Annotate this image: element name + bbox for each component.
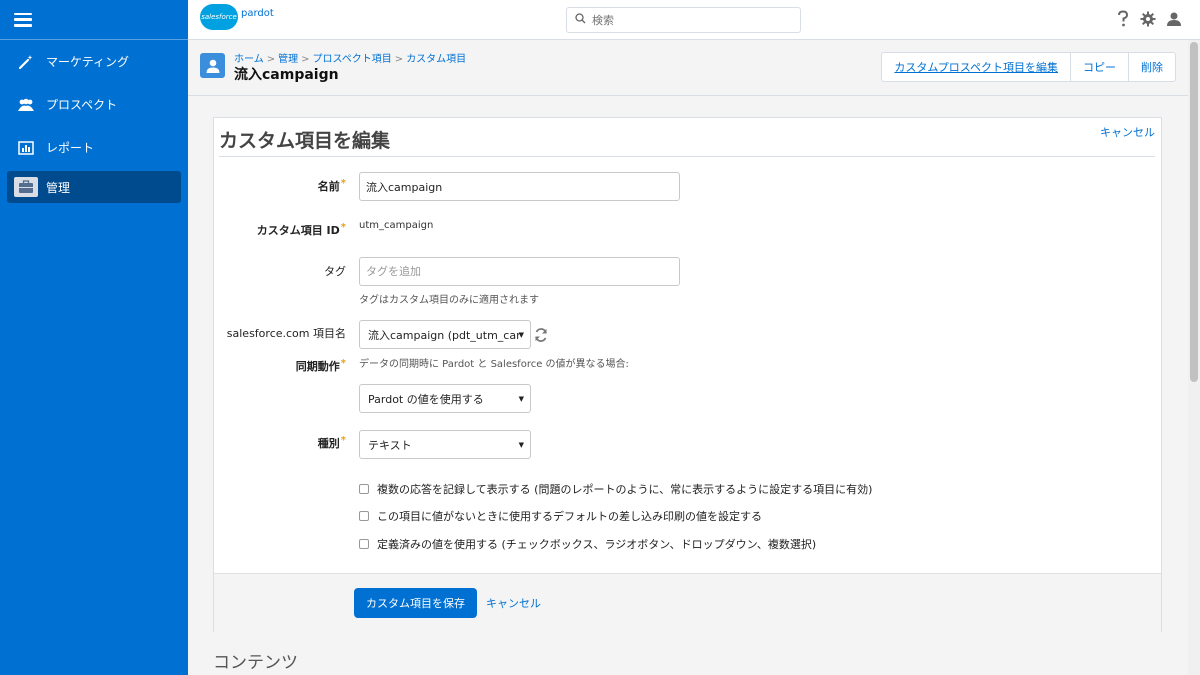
- sync-behavior-label: 同期動作*: [295, 358, 346, 373]
- search-icon: [575, 13, 586, 27]
- option-predefined-values[interactable]: 定義済みの値を使用する (チェックボックス、ラジオボタン、ドロップダウン、複数選…: [359, 536, 816, 552]
- people-icon: [14, 95, 38, 115]
- page-scrollbar[interactable]: [1188, 40, 1200, 675]
- cancel-link[interactable]: キャンセル: [486, 595, 541, 611]
- breadcrumb-custom-fields[interactable]: カスタム項目: [406, 54, 466, 65]
- record-type-icon: [200, 53, 225, 78]
- header-actions: カスタムプロスペクト項目を編集 コピー 削除: [881, 52, 1176, 82]
- edit-custom-prospect-field-button[interactable]: カスタムプロスペクト項目を編集: [882, 53, 1070, 81]
- copy-button[interactable]: コピー: [1070, 53, 1128, 81]
- dropdown-arrow-icon: ▼: [518, 441, 524, 449]
- sidebar-item-prospects[interactable]: プロスペクト: [0, 83, 188, 126]
- delete-button[interactable]: 削除: [1128, 53, 1175, 81]
- sidebar-item-label: プロスペクト: [46, 98, 118, 112]
- sidebar-item-label: レポート: [46, 141, 95, 155]
- user-icon[interactable]: [1166, 11, 1182, 27]
- salesforce-field-selected: 流入campaign (pdt_utm_car: [368, 328, 521, 342]
- sidebar: マーケティング プロスペクト レポート 管理: [0, 0, 188, 675]
- top-bar: salesforce pardot: [188, 0, 1200, 40]
- name-field[interactable]: [359, 172, 680, 201]
- search-input[interactable]: [592, 13, 792, 27]
- type-selected: テキスト: [368, 438, 412, 452]
- form-footer: カスタム項目を保存 キャンセル: [214, 573, 1161, 632]
- sync-behavior-select[interactable]: Pardot の値を使用する ▼: [359, 384, 531, 413]
- option-multiple-responses[interactable]: 複数の応答を記録して表示する (問題のレポートのように、常に表示するように設定す…: [359, 481, 872, 497]
- sync-behavior-selected: Pardot の値を使用する: [368, 392, 484, 406]
- search-box[interactable]: [566, 7, 801, 33]
- checkbox-label: この項目に値がないときに使用するデフォルトの差し込み印刷の値を設定する: [377, 510, 762, 523]
- sidebar-item-admin[interactable]: 管理: [7, 171, 181, 203]
- checkbox-label: 定義済みの値を使用する (チェックボックス、ラジオボタン、ドロップダウン、複数選…: [377, 538, 817, 551]
- checkbox[interactable]: [359, 484, 369, 494]
- chart-icon: [14, 138, 38, 158]
- dropdown-arrow-icon: ▼: [518, 395, 524, 403]
- pardot-logo[interactable]: salesforce pardot: [200, 4, 274, 30]
- sync-help-text: データの同期時に Pardot と Salesforce の値が異なる場合:: [359, 359, 629, 370]
- refresh-icon[interactable]: [534, 328, 548, 345]
- edit-custom-field-form: カスタム項目を編集 キャンセル 名前* カスタム項目 ID* utm_campa…: [213, 117, 1162, 632]
- sidebar-item-marketing[interactable]: マーケティング: [0, 40, 188, 83]
- option-default-mail-merge[interactable]: この項目に値がないときに使用するデフォルトの差し込み印刷の値を設定する: [359, 508, 762, 524]
- tag-help-text: タグはカスタム項目のみに適用されます: [359, 295, 539, 306]
- checkbox-label: 複数の応答を記録して表示する (問題のレポートのように、常に表示するように設定す…: [377, 483, 873, 496]
- sidebar-item-reports[interactable]: レポート: [0, 126, 188, 169]
- breadcrumb: ホーム > 管理 > プロスペクト項目 > カスタム項目: [234, 54, 467, 65]
- cancel-link-top[interactable]: キャンセル: [1100, 124, 1155, 140]
- sidebar-nav: マーケティング プロスペクト レポート 管理: [0, 40, 188, 203]
- type-select[interactable]: テキスト ▼: [359, 430, 531, 459]
- briefcase-icon: [14, 177, 38, 197]
- tag-input[interactable]: [359, 257, 680, 286]
- sidebar-header: [0, 0, 188, 40]
- page-title: 流入campaign: [234, 67, 339, 83]
- help-icon[interactable]: [1116, 10, 1130, 28]
- salesforce-logo-icon: salesforce: [200, 4, 238, 30]
- field-id-value: utm_campaign: [359, 220, 434, 231]
- name-label: 名前*: [317, 178, 346, 193]
- salesforce-field-label: salesforce.com 項目名: [226, 327, 346, 340]
- top-icons: [1116, 10, 1182, 28]
- save-custom-field-button[interactable]: カスタム項目を保存: [354, 588, 477, 618]
- form-title: カスタム項目を編集: [219, 126, 1155, 157]
- sidebar-item-label: 管理: [46, 180, 71, 195]
- field-id-label: カスタム項目 ID*: [256, 222, 346, 237]
- dropdown-arrow-icon: ▼: [518, 331, 524, 339]
- checkbox[interactable]: [359, 511, 369, 521]
- checkbox[interactable]: [359, 539, 369, 549]
- gear-icon[interactable]: [1140, 11, 1156, 27]
- sidebar-item-label: マーケティング: [46, 55, 130, 69]
- section-title-content: コンテンツ: [213, 653, 298, 673]
- tag-label: タグ: [324, 265, 346, 278]
- logo-product-name: pardot: [241, 7, 274, 19]
- salesforce-field-select[interactable]: 流入campaign (pdt_utm_car ▼: [359, 320, 531, 349]
- type-label: 種別*: [317, 435, 346, 450]
- hamburger-menu-icon[interactable]: [14, 12, 32, 27]
- page-header: ホーム > 管理 > プロスペクト項目 > カスタム項目 流入campaign カスタムプロ…: [188, 41, 1200, 96]
- wand-icon: [14, 52, 38, 72]
- scrollbar-thumb[interactable]: [1190, 42, 1198, 382]
